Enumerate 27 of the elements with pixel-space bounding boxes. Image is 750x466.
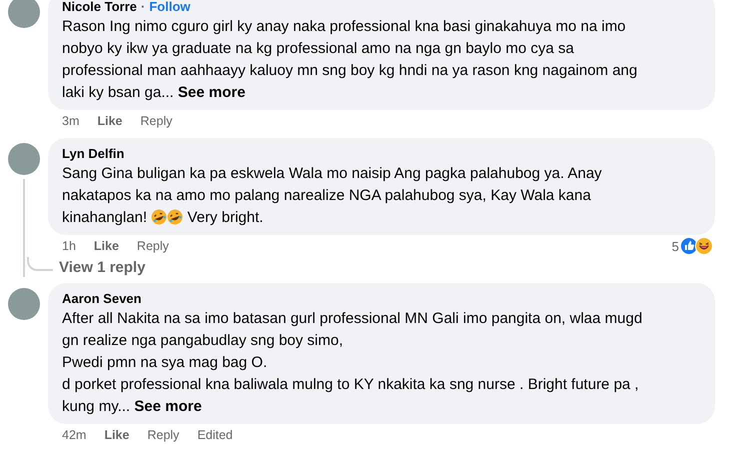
laughing-emoji-icon bbox=[151, 209, 168, 225]
reply-link[interactable]: Reply bbox=[140, 114, 172, 128]
comment-text: Sang Gina buligan ka pa eskwela Wala mo naisip Ang pagka palahubog ya. Anay nakatapos ka na amo mo palang narealize NGA palahubog sya, Kay Wala kana kinahanglan! Very bright. bbox=[62, 164, 602, 228]
thread-connector-line bbox=[27, 257, 53, 271]
comment-text: After all Nakita na sa imo batasan gurl professional MN Gali imo pangita on, wlaa mugd gn realize nga pangabudlay sng boy simo, Pwedi pmn na sya mag bag O. d porket professional kna baliwala mulng to KY nkakita ka sng nurse . Bright future pa , kung my... See more bbox=[62, 309, 642, 417]
comment-time[interactable]: 42m bbox=[62, 428, 86, 442]
reply-link[interactable]: Reply bbox=[136, 239, 169, 253]
author-name[interactable]: Aaron Seven bbox=[62, 290, 142, 308]
like-link[interactable]: Like bbox=[94, 239, 119, 253]
avatar-photo[interactable] bbox=[8, 0, 40, 28]
comment-text: Rason Ing nimo cguro girl ky anay naka professional kna basi ginakahuya mo na imo nobyo ky ikw ya graduate na kg professional amo na nga gn baylo mo cya sa professional man aahhaayy kaluoy mn sng boy kg hndi na ya rason kng nagainom ang laki ky bsan ga... See more bbox=[62, 17, 638, 103]
comment-time[interactable]: 3m bbox=[62, 114, 80, 128]
avatar-photo[interactable] bbox=[8, 288, 40, 320]
laughing-emoji-icon bbox=[167, 209, 184, 225]
like-link[interactable]: Like bbox=[104, 428, 130, 442]
author-name[interactable]: Lyn Delfin bbox=[62, 145, 124, 163]
separator-dot: · bbox=[140, 0, 146, 16]
comment-time[interactable]: 1h bbox=[62, 239, 76, 253]
view-replies-link[interactable]: View 1 reply bbox=[59, 257, 146, 279]
author-name[interactable]: Nicole Torre bbox=[62, 0, 137, 16]
like-link[interactable]: Like bbox=[97, 114, 122, 128]
haha-reaction-icon bbox=[695, 237, 713, 255]
reaction-count: 5 bbox=[672, 238, 679, 254]
avatar-photo[interactable] bbox=[8, 143, 40, 175]
reply-link[interactable]: Reply bbox=[147, 428, 180, 442]
follow-link[interactable]: Follow bbox=[149, 0, 190, 16]
edited-label: Edited bbox=[197, 428, 233, 442]
